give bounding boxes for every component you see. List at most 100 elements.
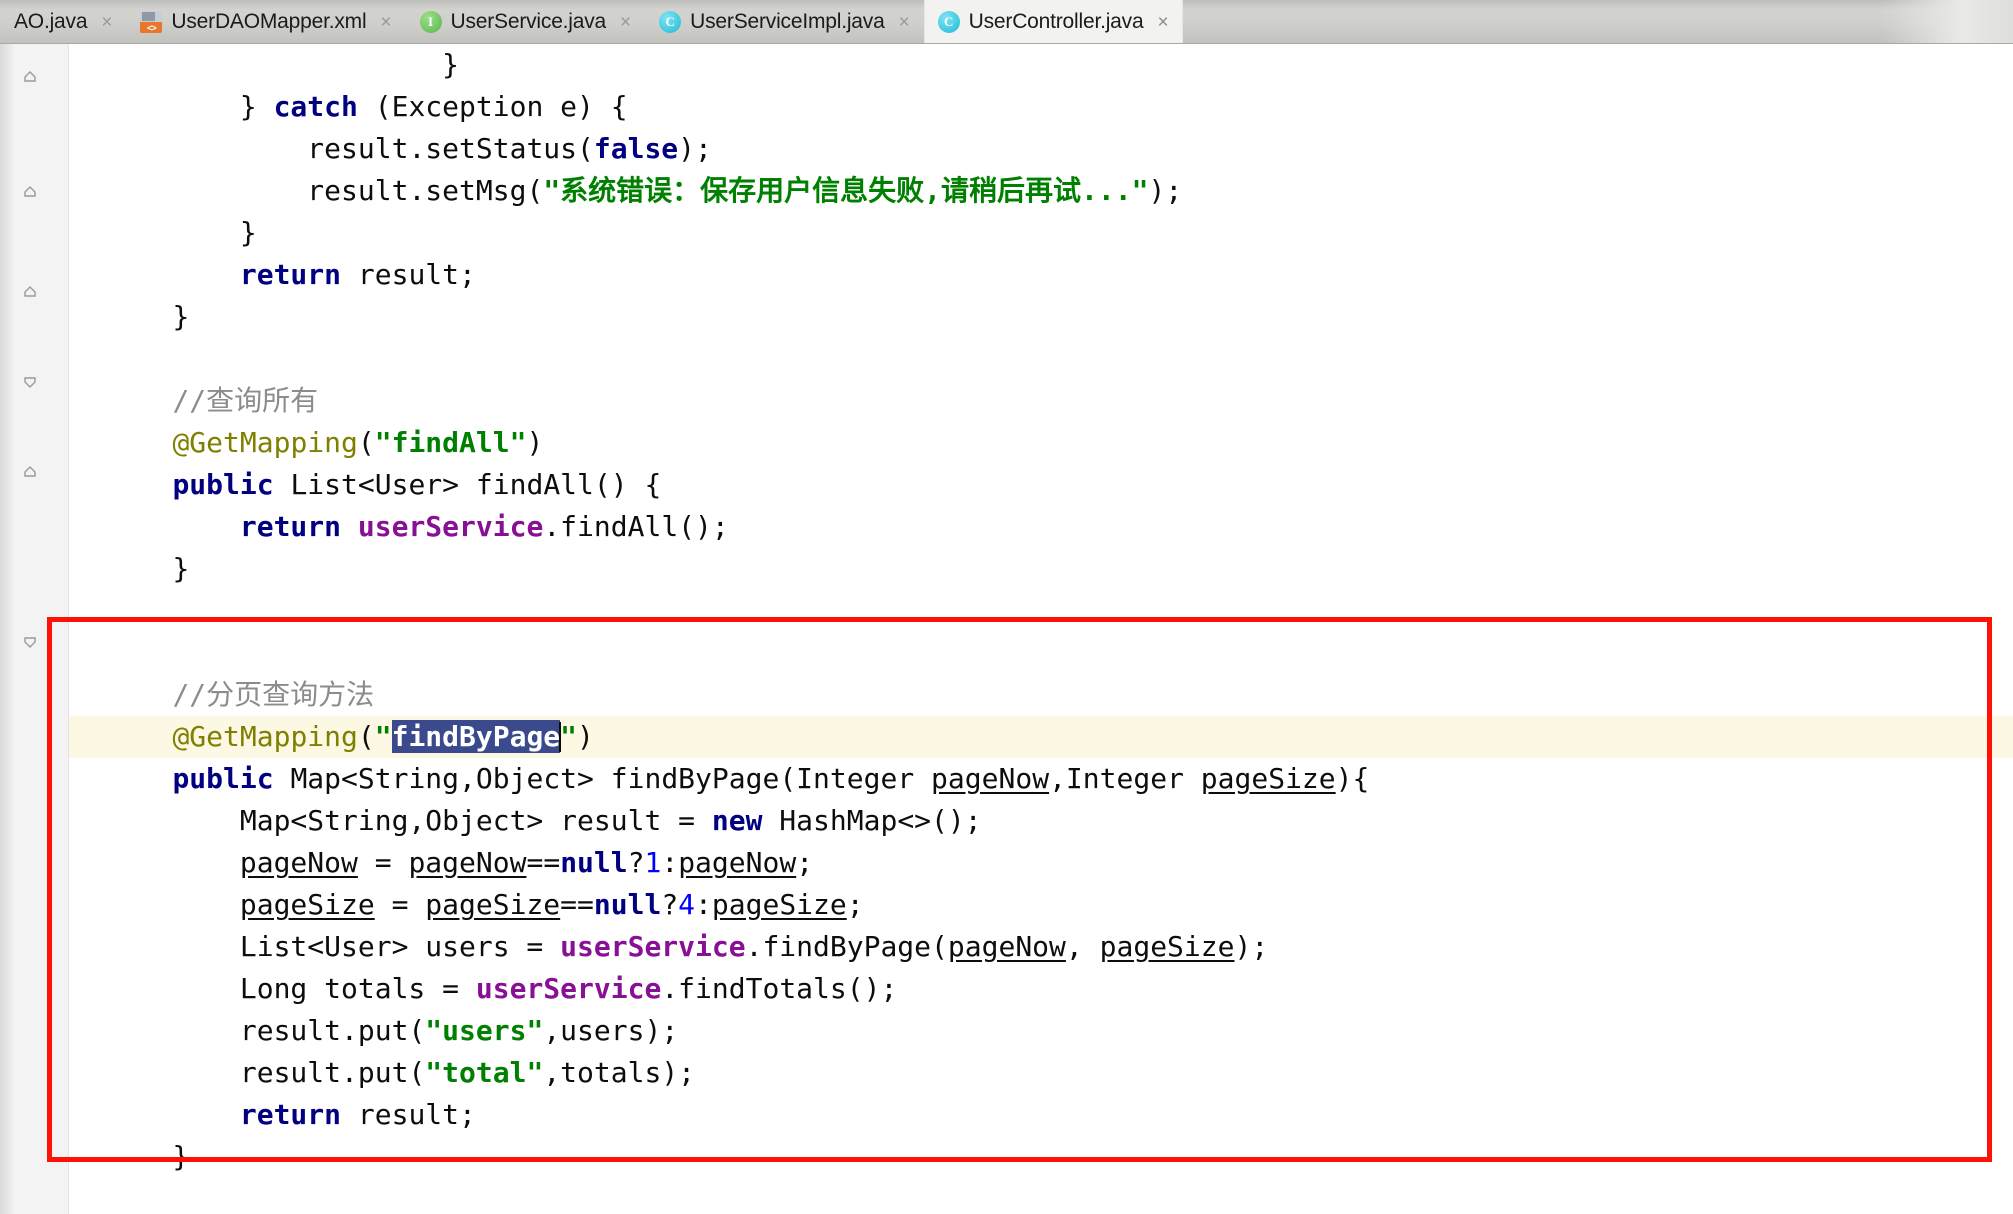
code-line[interactable]: return result;	[69, 1094, 2013, 1136]
code-token: "findAll"	[374, 426, 527, 459]
xml-file-icon: <>	[140, 11, 163, 33]
selected-text: findByPage	[391, 720, 561, 753]
code-token: )	[526, 426, 544, 459]
code-line[interactable]: Long totals = userService.findTotals();	[69, 968, 2013, 1010]
tab-userservice-java[interactable]: I UserService.java ×	[406, 0, 646, 43]
code-token: pageNow	[931, 762, 1050, 795]
code-token: result.put(	[239, 1056, 426, 1089]
java-class-icon: C	[937, 11, 960, 33]
fold-collapse-icon[interactable]	[22, 69, 38, 85]
code-token: ?	[661, 888, 679, 921]
editor-tab-bar: AO.java × <> UserDAOMapper.xml × I UserService…	[0, 0, 2013, 44]
code-line[interactable]: }	[69, 548, 2013, 590]
code-line[interactable]: Map<String,Object> result = new HashMap<…	[69, 800, 2013, 842]
code-token: }	[172, 1140, 190, 1173]
fold-expand-icon[interactable]	[22, 374, 38, 390]
code-line[interactable]: @GetMapping("findAll")	[69, 422, 2013, 464]
code-line[interactable]: return userService.findAll();	[69, 506, 2013, 548]
code-token: null	[560, 846, 628, 879]
code-line[interactable]: return result;	[69, 254, 2013, 296]
close-icon[interactable]: ×	[101, 13, 112, 32]
code-token: result.setMsg(	[307, 174, 544, 207]
code-editor[interactable]: } } catch (Exception e) { result.setStat…	[0, 44, 2013, 1214]
fold-expand-icon[interactable]	[22, 634, 38, 650]
code-line[interactable]: }	[69, 1136, 2013, 1178]
code-token: List<User> users =	[239, 930, 561, 963]
code-line[interactable]: }	[69, 44, 2013, 86]
code-token: pageSize	[711, 888, 847, 921]
code-token: public	[172, 762, 274, 795]
code-line[interactable]: public List<User> findAll() {	[69, 464, 2013, 506]
code-line[interactable]	[69, 590, 2013, 632]
close-icon[interactable]: ×	[380, 13, 391, 32]
code-token: );	[1148, 174, 1183, 207]
code-token: return	[239, 510, 342, 543]
code-token: pageNow	[239, 846, 358, 879]
code-line[interactable]: result.put("total",totals);	[69, 1052, 2013, 1094]
tab-userserviceimpl-java[interactable]: C UserServiceImpl.java ×	[645, 0, 924, 43]
fold-collapse-icon[interactable]	[22, 184, 38, 200]
code-token: ;	[846, 888, 864, 921]
code-line[interactable]: result.put("users",users);	[69, 1010, 2013, 1052]
code-token: ==	[526, 846, 561, 879]
close-icon[interactable]: ×	[899, 13, 910, 32]
code-token: result.put(	[239, 1014, 426, 1047]
code-line[interactable]: pageNow = pageNow==null?1:pageNow;	[69, 842, 2013, 884]
close-icon[interactable]: ×	[620, 13, 631, 32]
code-token: "users"	[425, 1014, 544, 1047]
code-line[interactable]	[69, 338, 2013, 380]
code-content[interactable]: } } catch (Exception e) { result.setStat…	[69, 44, 2013, 1214]
tab-userdaomapper-xml[interactable]: <> UserDAOMapper.xml ×	[126, 0, 405, 43]
code-line[interactable]: }	[69, 296, 2013, 338]
code-token: .findByPage(	[745, 930, 948, 963]
code-line[interactable]: result.setStatus(false);	[69, 128, 2013, 170]
tab-ao-java[interactable]: AO.java ×	[0, 0, 126, 43]
code-token: (	[357, 426, 375, 459]
code-token: }	[442, 48, 460, 81]
fold-collapse-icon[interactable]	[22, 464, 38, 480]
code-token: userService	[475, 972, 662, 1005]
code-line[interactable]	[69, 632, 2013, 674]
code-line[interactable]: @GetMapping("findByPage")	[69, 716, 2013, 758]
code-token: "total"	[425, 1056, 544, 1089]
code-token: Long totals =	[239, 972, 476, 1005]
tab-usercontroller-java[interactable]: C UserController.java ×	[923, 0, 1183, 43]
code-line[interactable]: public Map<String,Object> findByPage(Int…	[69, 758, 2013, 800]
code-token: ==	[560, 888, 594, 921]
code-line[interactable]: result.setMsg("系统错误：保存用户信息失败,请稍后再试...");	[69, 170, 2013, 212]
fold-collapse-icon[interactable]	[22, 284, 38, 300]
code-line[interactable]: pageSize = pageSize==null?4:pageSize;	[69, 884, 2013, 926]
code-token: pageNow	[947, 930, 1066, 963]
code-token: null	[593, 888, 662, 921]
code-line[interactable]: }	[69, 212, 2013, 254]
tab-label: AO.java	[14, 10, 88, 33]
gutter-marker-strip	[0, 44, 13, 1214]
code-token: 1	[644, 846, 662, 879]
tab-label: UserController.java	[968, 10, 1144, 33]
tab-label: UserDAOMapper.xml	[171, 10, 367, 33]
code-token: new	[711, 804, 763, 837]
code-line[interactable]: //分页查询方法	[69, 674, 2013, 716]
code-line[interactable]: //查询所有	[69, 380, 2013, 422]
code-token: Map<String,Object> findByPage(Integer	[273, 762, 932, 795]
code-token: }	[172, 552, 190, 585]
code-line[interactable]: List<User> users = userService.findByPag…	[69, 926, 2013, 968]
close-icon[interactable]: ×	[1157, 13, 1168, 32]
code-token: ,Integer	[1049, 762, 1201, 795]
code-line[interactable]: } catch (Exception e) {	[69, 86, 2013, 128]
code-token: @GetMapping	[172, 720, 358, 753]
tabbar-overflow-shade	[1883, 0, 2013, 43]
editor-gutter[interactable]	[0, 44, 69, 1214]
